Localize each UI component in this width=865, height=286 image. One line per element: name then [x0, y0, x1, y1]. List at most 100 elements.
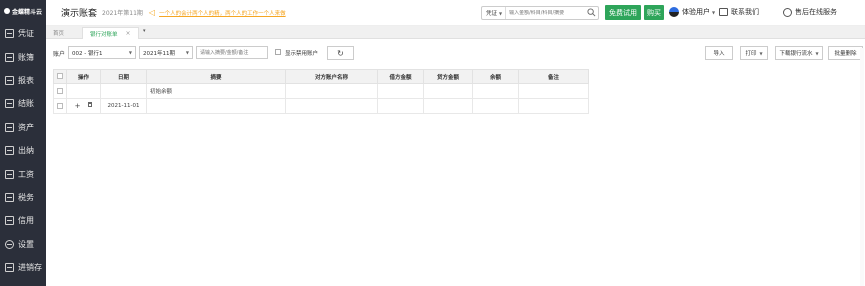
sidebar-item-label: 税务: [18, 192, 34, 202]
keyword-input[interactable]: [196, 46, 268, 59]
voucher-icon: [5, 29, 14, 39]
table-row: + 2021-11-01: [53, 98, 589, 114]
sidebar-item-report[interactable]: 报表: [0, 69, 46, 92]
user-menu[interactable]: 体验用户 ▼: [669, 7, 715, 17]
search-type-label: 凭证: [486, 11, 498, 17]
credit-icon: [5, 216, 14, 226]
tab-bank-statement[interactable]: 银行对账单 ×: [82, 27, 139, 39]
search-type-select[interactable]: 凭证 ▼: [482, 7, 507, 19]
sidebar-item-salary[interactable]: 工资: [0, 162, 46, 185]
report-icon: [5, 75, 14, 85]
account-label: 账户: [53, 51, 66, 58]
account-select[interactable]: 002 - 银行1 ▼: [68, 46, 136, 59]
cell-credit[interactable]: [423, 83, 473, 99]
import-button[interactable]: 导入: [705, 46, 733, 60]
refresh-icon[interactable]: ↻: [327, 46, 354, 60]
notice-link[interactable]: 一个人的会计两个人的精，两个人的工作一个人来做: [159, 9, 286, 17]
service-label: 售后在线服务: [795, 8, 837, 16]
tax-icon: [5, 192, 14, 202]
cell-counterparty[interactable]: [285, 83, 378, 99]
row-checkbox[interactable]: [57, 102, 63, 109]
chat-icon: [719, 8, 728, 16]
show-disabled-checkbox[interactable]: [275, 49, 281, 55]
row-ops: +: [66, 98, 101, 114]
row-checkbox[interactable]: [57, 87, 63, 94]
column-header: 贷方金额: [423, 69, 473, 84]
close-icon[interactable]: ×: [126, 30, 131, 37]
sidebar-item-asset[interactable]: 资产: [0, 116, 46, 139]
cell-summary[interactable]: [146, 98, 286, 114]
sidebar-item-tax[interactable]: 税务: [0, 186, 46, 209]
sidebar-item-inventory[interactable]: 进销存: [0, 256, 46, 279]
period-value: 2021年11期: [143, 50, 175, 57]
sidebar-item-close-account[interactable]: 结账: [0, 92, 46, 115]
cell-balance[interactable]: [472, 83, 519, 99]
batch-delete-button[interactable]: 批量删除: [828, 46, 863, 60]
sidebar-item-cashier[interactable]: 出纳: [0, 139, 46, 162]
logo-text: 金蝶精斗云: [11, 8, 42, 16]
cell-credit[interactable]: [423, 98, 473, 114]
search-icon[interactable]: [587, 8, 596, 17]
vertical-scrollbar[interactable]: [860, 48, 864, 286]
cell-remark[interactable]: [518, 98, 589, 114]
account-title[interactable]: 演示账套: [61, 6, 97, 19]
download-statement-button[interactable]: 下载银行流水 ▼: [775, 46, 823, 60]
buy-button[interactable]: 购买: [644, 5, 664, 20]
select-all-header[interactable]: [53, 69, 67, 84]
column-header: 对方账户名称: [285, 69, 378, 84]
cell-debit[interactable]: [377, 83, 424, 99]
logo[interactable]: 金蝶精斗云: [0, 0, 46, 22]
period-select[interactable]: 2021年11期 ▼: [139, 46, 193, 59]
row-ops: [66, 83, 101, 99]
online-service-button[interactable]: 售后在线服务: [783, 7, 837, 17]
tab-bar: 首页 银行对账单 × ▾: [46, 26, 865, 39]
cell-counterparty[interactable]: [285, 98, 378, 114]
select-all-checkbox[interactable]: [57, 73, 63, 80]
trash-icon[interactable]: [88, 102, 93, 107]
cashier-icon: [5, 146, 14, 156]
free-trial-button[interactable]: 免费试用: [605, 5, 641, 20]
table-header-row: 操作 日期 摘要 对方账户名称 借方金额 贷方金额 余额 备注: [53, 69, 589, 84]
column-header: 借方金额: [377, 69, 424, 84]
column-header: 操作: [66, 69, 101, 84]
download-label: 下载银行流水: [779, 51, 813, 57]
contact-us-button[interactable]: 联系我们: [719, 7, 759, 17]
row-select[interactable]: [53, 98, 67, 114]
cell-debit[interactable]: [377, 98, 424, 114]
add-row-icon[interactable]: +: [75, 102, 81, 110]
sidebar-item-label: 账簿: [18, 52, 34, 62]
cell-balance[interactable]: [472, 98, 519, 114]
row-select[interactable]: [53, 83, 67, 99]
search-input[interactable]: [506, 10, 585, 16]
print-button[interactable]: 打印 ▼: [740, 46, 768, 60]
cell-date[interactable]: [100, 83, 147, 99]
sidebar-item-label: 设置: [18, 239, 34, 249]
sidebar-item-label: 结账: [18, 99, 34, 109]
filter-bar: 账户 002 - 银行1▼ 2021年11期▼ 显示禁用账户 ↻ 导入 打印▼ …: [46, 39, 865, 65]
sidebar-item-voucher[interactable]: 凭证: [0, 22, 46, 45]
tab-label: 银行对账单: [90, 31, 118, 38]
cell-summary[interactable]: 初始余额: [146, 83, 286, 99]
user-name: 体验用户: [682, 8, 710, 16]
sidebar: 金蝶精斗云 凭证 账簿 报表 结账 资产 出纳 工资 税务 信用 设置 进销存: [0, 0, 46, 286]
show-disabled-label: 显示禁用账户: [285, 51, 319, 57]
current-period: 2021年第11期: [102, 10, 143, 17]
sidebar-item-ledger[interactable]: 账簿: [0, 45, 46, 68]
inventory-icon: [5, 263, 14, 273]
tab-home[interactable]: 首页: [46, 27, 81, 39]
sidebar-item-credit[interactable]: 信用: [0, 209, 46, 232]
sidebar-item-label: 进销存: [18, 263, 42, 273]
support-icon: [783, 7, 792, 17]
column-header: 备注: [518, 69, 589, 84]
top-header: 演示账套 2021年第11期 ◁ 一个人的会计两个人的精，两个人的工作一个人来做…: [46, 0, 865, 26]
logo-icon: [3, 8, 10, 14]
cell-remark[interactable]: [518, 83, 589, 99]
chevron-down-icon: ▼: [815, 50, 819, 56]
chevron-down-icon[interactable]: ▾: [143, 28, 146, 34]
column-header: 余额: [472, 69, 519, 84]
cell-date[interactable]: 2021-11-01: [100, 98, 147, 114]
sidebar-item-settings[interactable]: 设置: [0, 233, 46, 256]
asset-icon: [5, 122, 14, 132]
salary-icon: [5, 169, 14, 179]
chevron-down-icon: ▼: [759, 50, 763, 56]
